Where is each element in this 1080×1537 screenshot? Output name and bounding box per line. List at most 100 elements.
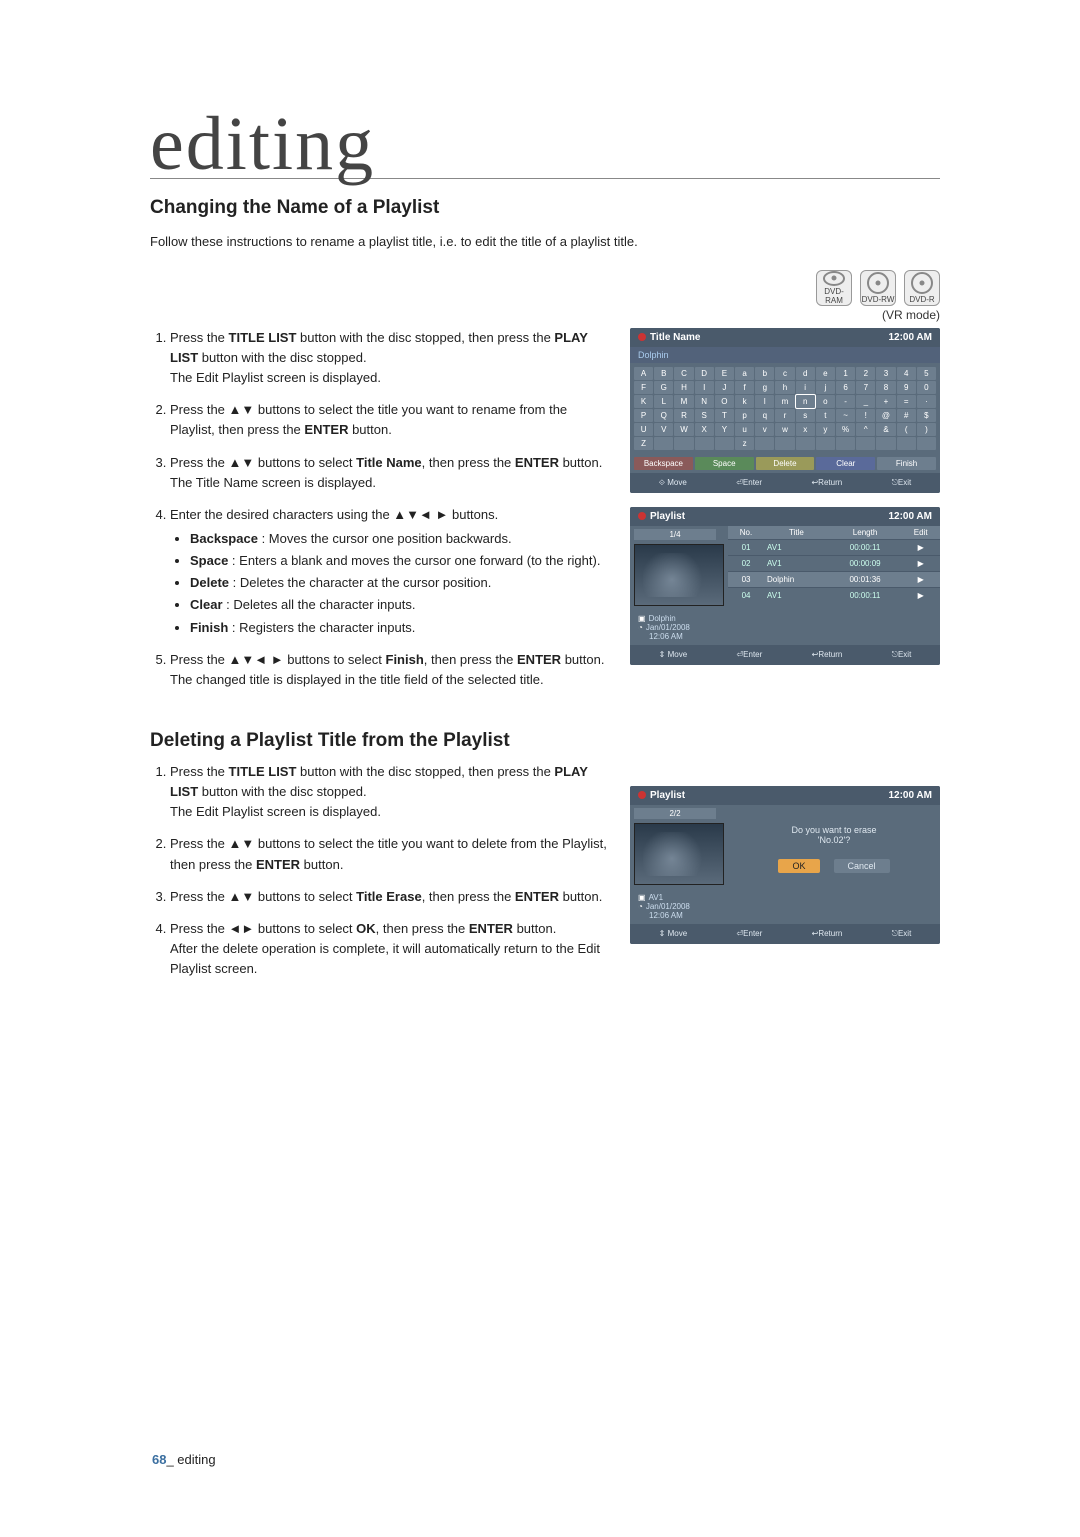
keyboard-key[interactable]: [836, 437, 855, 450]
keyboard-key[interactable]: +: [876, 395, 895, 408]
keyboard-key[interactable]: i: [796, 381, 815, 394]
keyboard-key[interactable]: ): [917, 423, 936, 436]
keyboard-key[interactable]: r: [775, 409, 794, 422]
keyboard-key[interactable]: [876, 437, 895, 450]
keyboard-key[interactable]: m: [775, 395, 794, 408]
keyboard-key[interactable]: Z: [634, 437, 653, 450]
keyboard-key[interactable]: h: [775, 381, 794, 394]
table-row[interactable]: 01AV100:00:11: [728, 539, 940, 555]
keyboard-key[interactable]: q: [755, 409, 774, 422]
keyboard-key[interactable]: !: [856, 409, 875, 422]
keyboard-key[interactable]: [897, 437, 916, 450]
keyboard-key[interactable]: @: [876, 409, 895, 422]
keyboard-key[interactable]: B: [654, 367, 673, 380]
keyboard-key[interactable]: z: [735, 437, 754, 450]
keyboard-key[interactable]: G: [654, 381, 673, 394]
keyboard-key[interactable]: p: [735, 409, 754, 422]
keyboard-key[interactable]: (: [897, 423, 916, 436]
keyboard-key[interactable]: o: [816, 395, 835, 408]
keyboard-key[interactable]: ~: [836, 409, 855, 422]
keyboard-key[interactable]: 8: [876, 381, 895, 394]
keyboard-key[interactable]: 9: [897, 381, 916, 394]
keyboard-grid[interactable]: ABCDEabcde12345FGHIJfghij67890KLMNOklmno…: [630, 363, 940, 454]
keyboard-key[interactable]: K: [634, 395, 653, 408]
key-clear[interactable]: Clear: [816, 457, 875, 470]
keyboard-key[interactable]: 1: [836, 367, 855, 380]
keyboard-key[interactable]: e: [816, 367, 835, 380]
keyboard-key[interactable]: [816, 437, 835, 450]
keyboard-key[interactable]: T: [715, 409, 734, 422]
keyboard-key[interactable]: x: [796, 423, 815, 436]
keyboard-key[interactable]: $: [917, 409, 936, 422]
keyboard-key[interactable]: [695, 437, 714, 450]
keyboard-key[interactable]: #: [897, 409, 916, 422]
keyboard-key[interactable]: =: [897, 395, 916, 408]
keyboard-key[interactable]: C: [674, 367, 693, 380]
keyboard-key[interactable]: [796, 437, 815, 450]
keyboard-key[interactable]: a: [735, 367, 754, 380]
keyboard-key[interactable]: _: [856, 395, 875, 408]
key-finish[interactable]: Finish: [877, 457, 936, 470]
keyboard-key[interactable]: -: [836, 395, 855, 408]
keyboard-key[interactable]: j: [816, 381, 835, 394]
keyboard-key[interactable]: f: [735, 381, 754, 394]
keyboard-key[interactable]: 0: [917, 381, 936, 394]
keyboard-key[interactable]: ·: [917, 395, 936, 408]
keyboard-key[interactable]: D: [695, 367, 714, 380]
keyboard-key[interactable]: L: [654, 395, 673, 408]
keyboard-key[interactable]: l: [755, 395, 774, 408]
table-row[interactable]: 04AV100:00:11: [728, 587, 940, 603]
keyboard-key[interactable]: [654, 437, 673, 450]
ok-button[interactable]: OK: [778, 859, 819, 873]
keyboard-key[interactable]: E: [715, 367, 734, 380]
keyboard-key[interactable]: R: [674, 409, 693, 422]
keyboard-key[interactable]: u: [735, 423, 754, 436]
keyboard-key[interactable]: 7: [856, 381, 875, 394]
keyboard-key[interactable]: P: [634, 409, 653, 422]
table-row[interactable]: 02AV100:00:09: [728, 555, 940, 571]
keyboard-key[interactable]: [856, 437, 875, 450]
keyboard-key[interactable]: 6: [836, 381, 855, 394]
keyboard-key[interactable]: V: [654, 423, 673, 436]
keyboard-key[interactable]: I: [695, 381, 714, 394]
keyboard-key[interactable]: y: [816, 423, 835, 436]
keyboard-key[interactable]: W: [674, 423, 693, 436]
keyboard-key[interactable]: S: [695, 409, 714, 422]
keyboard-key[interactable]: t: [816, 409, 835, 422]
keyboard-key[interactable]: O: [715, 395, 734, 408]
keyboard-key[interactable]: X: [695, 423, 714, 436]
keyboard-key[interactable]: 2: [856, 367, 875, 380]
keyboard-key[interactable]: s: [796, 409, 815, 422]
key-backspace[interactable]: Backspace: [634, 457, 693, 470]
keyboard-key[interactable]: [755, 437, 774, 450]
table-row[interactable]: 03Dolphin00:01:36: [728, 571, 940, 587]
keyboard-key[interactable]: 3: [876, 367, 895, 380]
keyboard-key[interactable]: [715, 437, 734, 450]
keyboard-key[interactable]: %: [836, 423, 855, 436]
keyboard-key[interactable]: c: [775, 367, 794, 380]
keyboard-key[interactable]: N: [695, 395, 714, 408]
keyboard-key[interactable]: F: [634, 381, 653, 394]
keyboard-key[interactable]: 5: [917, 367, 936, 380]
keyboard-key[interactable]: ^: [856, 423, 875, 436]
keyboard-key[interactable]: g: [755, 381, 774, 394]
keyboard-key[interactable]: A: [634, 367, 653, 380]
keyboard-key[interactable]: &: [876, 423, 895, 436]
keyboard-key[interactable]: [917, 437, 936, 450]
keyboard-key[interactable]: U: [634, 423, 653, 436]
keyboard-key[interactable]: H: [674, 381, 693, 394]
key-delete[interactable]: Delete: [756, 457, 815, 470]
keyboard-key[interactable]: v: [755, 423, 774, 436]
cancel-button[interactable]: Cancel: [834, 859, 890, 873]
keyboard-key[interactable]: [775, 437, 794, 450]
keyboard-key[interactable]: k: [735, 395, 754, 408]
keyboard-key[interactable]: [674, 437, 693, 450]
keyboard-key[interactable]: n: [796, 395, 815, 408]
keyboard-key[interactable]: J: [715, 381, 734, 394]
keyboard-key[interactable]: b: [755, 367, 774, 380]
keyboard-key[interactable]: Y: [715, 423, 734, 436]
keyboard-key[interactable]: d: [796, 367, 815, 380]
keyboard-key[interactable]: w: [775, 423, 794, 436]
keyboard-key[interactable]: 4: [897, 367, 916, 380]
keyboard-key[interactable]: Q: [654, 409, 673, 422]
